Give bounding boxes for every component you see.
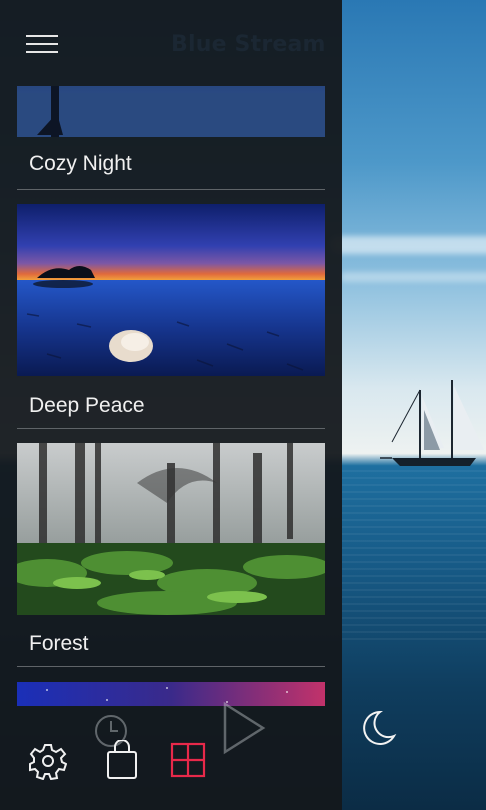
sound-thumbnail[interactable]	[17, 443, 325, 615]
sound-label: Forest	[29, 632, 89, 655]
sound-thumbnail[interactable]	[17, 86, 325, 137]
sound-label: Deep Peace	[29, 394, 145, 417]
hamburger-menu-icon[interactable]	[26, 34, 58, 56]
water-shimmer	[342, 470, 486, 640]
bottom-app-bar	[0, 690, 486, 810]
shopping-bag-icon[interactable]	[104, 740, 140, 780]
sound-label: Cozy Night	[29, 152, 132, 175]
grid-icon[interactable]	[170, 742, 206, 778]
divider	[17, 428, 325, 429]
list-item[interactable]: Forest	[17, 443, 325, 667]
divider	[17, 666, 325, 667]
sound-list[interactable]: Cozy Night Deep Peace Forest	[17, 86, 325, 706]
list-item[interactable]: Deep Peace	[17, 204, 325, 429]
sound-thumbnail[interactable]	[17, 204, 325, 376]
moon-icon[interactable]	[358, 708, 398, 748]
sound-list-panel: Cozy Night Deep Peace Forest	[0, 0, 342, 810]
list-item[interactable]: Cozy Night	[17, 86, 325, 190]
cloud	[340, 272, 486, 282]
sailboat-image	[380, 380, 484, 466]
cloud	[330, 236, 486, 254]
divider	[17, 189, 325, 190]
play-icon[interactable]	[219, 700, 269, 756]
gear-icon[interactable]	[29, 742, 67, 780]
